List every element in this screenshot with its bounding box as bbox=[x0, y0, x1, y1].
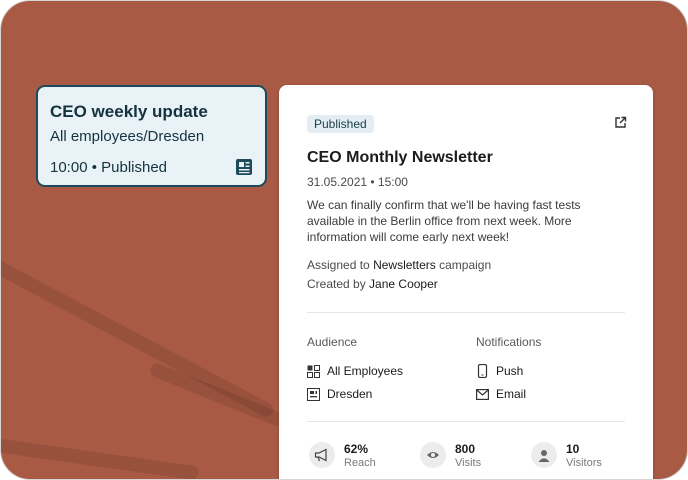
external-link-icon[interactable] bbox=[614, 116, 627, 129]
eye-icon bbox=[420, 442, 446, 468]
stat-value: 62% bbox=[344, 442, 369, 456]
stat-value: 10 bbox=[566, 442, 580, 456]
mini-card-subtitle: All employees/Dresden bbox=[50, 128, 205, 145]
newsletter-body: We can finally confirm that we'll be hav… bbox=[307, 198, 581, 244]
grid-icon bbox=[307, 364, 320, 378]
audience-label: Dresden bbox=[327, 387, 373, 401]
megaphone-icon bbox=[309, 442, 335, 468]
audience-label: All Employees bbox=[327, 364, 404, 378]
newsletter-date: 31.05.2021 • 15:00 bbox=[307, 175, 408, 189]
campaign-name[interactable]: Newsletters bbox=[373, 258, 436, 272]
created-by: Created by Jane Cooper bbox=[307, 277, 438, 291]
notification-item: Email bbox=[476, 387, 526, 401]
stat-reach: 62% Reach bbox=[309, 442, 376, 470]
canvas-frame: CEO weekly update All employees/Dresden … bbox=[0, 0, 688, 480]
stat-visitors: 10 Visitors bbox=[531, 442, 602, 470]
created-prefix: Created by bbox=[307, 277, 366, 291]
divider bbox=[307, 312, 625, 313]
newsletter-title: CEO Monthly Newsletter bbox=[307, 149, 493, 166]
newspaper-icon bbox=[236, 159, 252, 175]
person-icon bbox=[531, 442, 557, 468]
audience-item: All Employees bbox=[307, 364, 403, 378]
creator-name: Jane Cooper bbox=[369, 277, 438, 291]
stat-label: Visits bbox=[455, 457, 482, 469]
mini-card-title: CEO weekly update bbox=[50, 102, 208, 121]
background-streak bbox=[1, 436, 200, 479]
stat-label: Reach bbox=[344, 457, 376, 469]
audience-item: Dresden bbox=[307, 387, 372, 401]
status-badge: Published bbox=[307, 115, 374, 133]
notifications-heading: Notifications bbox=[476, 335, 542, 349]
audience-heading: Audience bbox=[307, 335, 358, 349]
notification-label: Email bbox=[496, 387, 527, 401]
stat-visits: 800 Visits bbox=[420, 442, 481, 470]
notification-item: Push bbox=[476, 364, 523, 378]
stat-value: 800 bbox=[455, 442, 476, 456]
assigned-campaign: Assigned to Newsletters campaign bbox=[307, 258, 491, 272]
mini-card-meta: 10:00 • Published bbox=[50, 159, 168, 176]
newsletter-detail-card: Published CEO Monthly Newsletter 31.05.2… bbox=[279, 85, 653, 479]
assigned-suffix: campaign bbox=[439, 258, 492, 272]
building-icon bbox=[307, 387, 320, 401]
assigned-prefix: Assigned to bbox=[307, 258, 370, 272]
mini-card-ceo-weekly-update[interactable]: CEO weekly update All employees/Dresden … bbox=[36, 85, 267, 187]
stat-label: Visitors bbox=[566, 457, 602, 469]
notification-label: Push bbox=[496, 364, 524, 378]
mail-icon bbox=[476, 388, 489, 400]
phone-icon bbox=[477, 364, 488, 378]
divider bbox=[307, 421, 625, 422]
